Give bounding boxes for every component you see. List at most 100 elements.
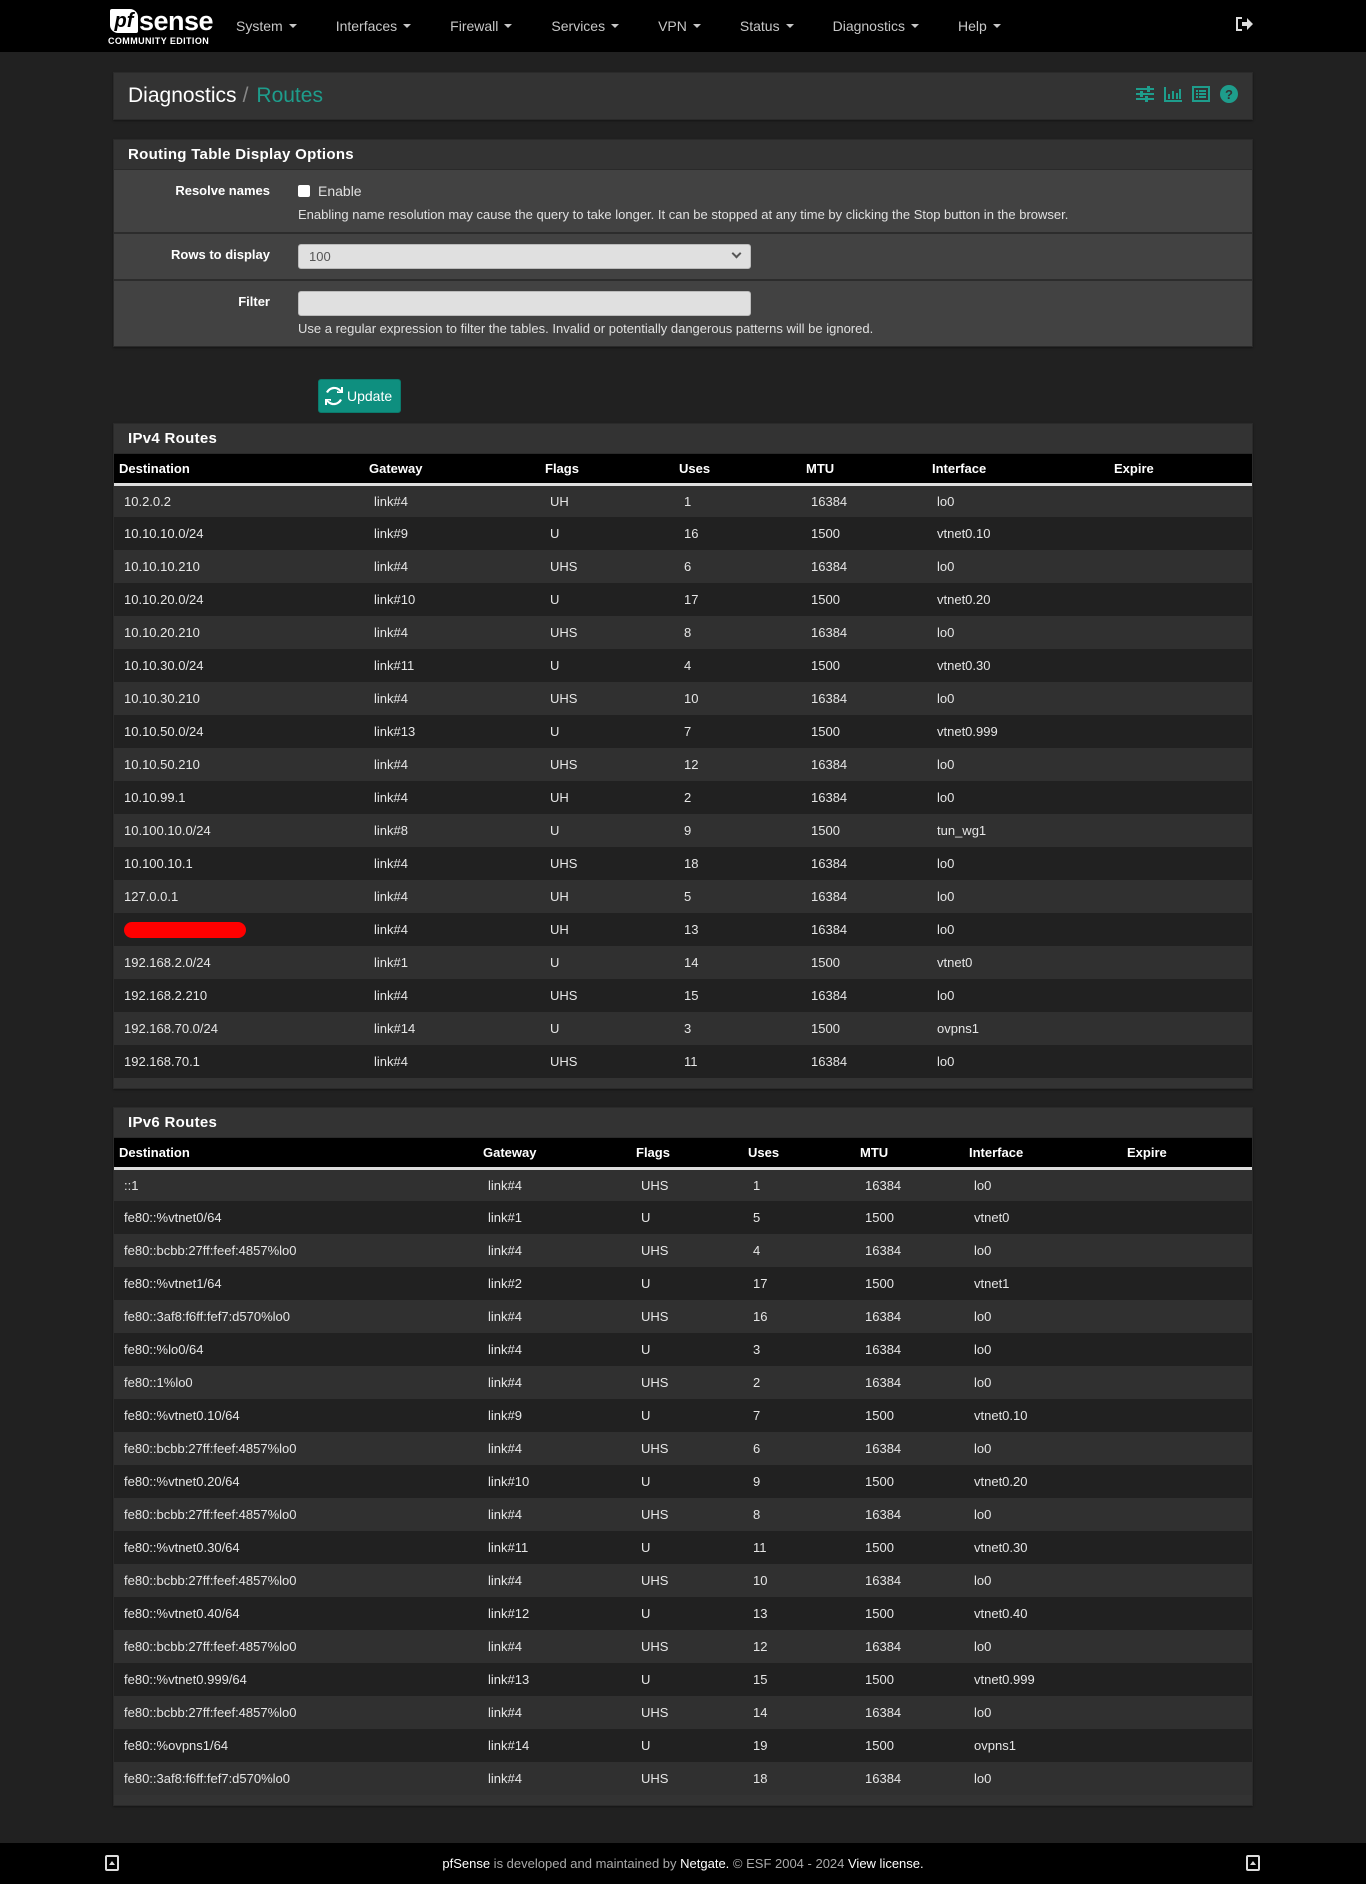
svg-text:?: ? bbox=[1225, 87, 1233, 102]
table-row: 10.100.10.1 link#4 UHS 18 16384 lo0 bbox=[114, 847, 1252, 880]
cell-gateway: link#9 bbox=[374, 526, 408, 541]
table-footer bbox=[114, 1795, 1252, 1805]
cell-gateway: link#11 bbox=[374, 658, 415, 673]
nav-system[interactable]: System bbox=[236, 18, 316, 34]
cell-mtu: 1500 bbox=[811, 955, 840, 970]
cell-destination: 10.10.20.0/24 bbox=[124, 592, 204, 607]
view-license-link[interactable]: View license. bbox=[848, 1856, 924, 1871]
cell-destination: ::1 bbox=[124, 1177, 139, 1193]
table-row: fe80::3af8:f6ff:fef7:d570%lo0 link#4 UHS 16… bbox=[114, 1300, 1252, 1333]
cell-gateway: link#10 bbox=[374, 592, 416, 607]
ipv4-routes-panel: IPv4 Routes Destination Gateway Flags Uses M… bbox=[113, 423, 1253, 1089]
cell-expire bbox=[1122, 1399, 1252, 1432]
footer-company-link[interactable]: Netgate. bbox=[680, 1856, 729, 1871]
cell-gateway: link#4 bbox=[488, 1507, 522, 1522]
cell-destination: 10.2.0.2 bbox=[124, 493, 171, 509]
cell-interface: lo0 bbox=[937, 625, 955, 640]
nav-help-label: Help bbox=[957, 18, 987, 34]
breadcrumb-parent[interactable]: Diagnostics bbox=[128, 84, 237, 108]
resolve-names-checkbox[interactable] bbox=[298, 185, 310, 197]
table-row: 10.10.30.210 link#4 UHS 10 16384 lo0 bbox=[114, 682, 1252, 715]
cell-uses: 17 bbox=[753, 1276, 768, 1291]
cell-destination: fe80::3af8:f6ff:fef7:d570%lo0 bbox=[124, 1771, 291, 1786]
cell-flags: UHS bbox=[641, 1243, 669, 1258]
pfsense-logo[interactable]: pf sense COMMUNITY EDITION bbox=[108, 4, 216, 48]
cell-uses: 16 bbox=[753, 1309, 768, 1324]
cell-expire bbox=[1122, 1498, 1252, 1531]
caret-down-icon bbox=[785, 24, 794, 28]
table-row: 127.0.0.1 link#4 UH 5 16384 lo0 bbox=[114, 880, 1252, 913]
cell-destination: fe80::bcbb:27ff:feef:4857%lo0 bbox=[124, 1507, 297, 1522]
nav-interfaces[interactable]: Interfaces bbox=[336, 18, 430, 34]
cell-gateway: link#4 bbox=[374, 493, 408, 509]
cell-mtu: 1500 bbox=[865, 1210, 894, 1225]
nav-status[interactable]: Status bbox=[740, 18, 813, 34]
cell-expire bbox=[1122, 1696, 1252, 1729]
cell-uses: 1 bbox=[684, 493, 692, 509]
breadcrumb-current[interactable]: Routes bbox=[256, 84, 323, 108]
nav-diagnostics-label: Diagnostics bbox=[832, 18, 905, 34]
resolve-names-help: Enabling name resolution may cause the q… bbox=[298, 207, 1069, 222]
cell-interface: vtnet0 bbox=[974, 1210, 1010, 1225]
display-options-title: Routing Table Display Options bbox=[114, 140, 1252, 170]
table-row: fe80::%vtnet0/64 link#1 U 5 1500 vtnet0 bbox=[114, 1201, 1252, 1234]
cell-uses: 18 bbox=[684, 856, 699, 871]
cell-flags: UHS bbox=[550, 856, 578, 871]
cell-interface: lo0 bbox=[974, 1507, 992, 1522]
nav-services[interactable]: Services bbox=[551, 18, 638, 34]
update-button[interactable]: Update bbox=[318, 379, 402, 413]
cell-interface: vtnet0 bbox=[937, 955, 973, 970]
cell-gateway: link#4 bbox=[488, 1771, 522, 1786]
logo-pf: pf bbox=[110, 9, 138, 33]
rows-to-display-select[interactable]: 100 bbox=[298, 244, 751, 269]
cell-flags: UHS bbox=[641, 1573, 669, 1588]
cell-interface: lo0 bbox=[937, 757, 955, 772]
cell-destination: fe80::%vtnet0.30/64 bbox=[124, 1540, 240, 1555]
table-row: fe80::%vtnet0.10/64 link#9 U 7 1500 vtnet0.10 bbox=[114, 1399, 1252, 1432]
cell-uses: 13 bbox=[684, 922, 699, 937]
table-row: link#4 UH 13 16384 lo0 bbox=[114, 913, 1252, 946]
sign-out-icon[interactable] bbox=[1234, 14, 1254, 34]
enable-label[interactable]: Enable bbox=[318, 183, 362, 199]
cell-uses: 7 bbox=[684, 724, 692, 739]
nav-system-label: System bbox=[236, 18, 283, 34]
help-icon[interactable]: ? bbox=[1220, 85, 1238, 103]
table-row: 10.100.10.0/24 link#8 U 9 1500 tun_wg1 bbox=[114, 814, 1252, 847]
display-options-panel: Routing Table Display Options Resolve na… bbox=[113, 139, 1253, 347]
column-header-flags: Flags bbox=[636, 1144, 670, 1160]
cell-destination: fe80::%vtnet0/64 bbox=[124, 1210, 222, 1225]
cell-expire bbox=[1109, 715, 1252, 748]
scroll-top-icon[interactable] bbox=[105, 1855, 119, 1871]
nav-help[interactable]: Help bbox=[958, 18, 1020, 34]
table-row: fe80::%ovpns1/64 link#14 U 19 1500 ovpns1 bbox=[114, 1729, 1252, 1762]
cell-gateway: link#14 bbox=[374, 1021, 416, 1036]
cell-mtu: 16384 bbox=[811, 757, 848, 772]
cell-mtu: 16384 bbox=[865, 1705, 902, 1720]
table-row: 192.168.2.210 link#4 UHS 15 16384 lo0 bbox=[114, 979, 1252, 1012]
bar-chart-icon[interactable] bbox=[1164, 85, 1182, 103]
main-menu: System Interfaces Firewall Services VPN … bbox=[236, 18, 1040, 34]
nav-firewall[interactable]: Firewall bbox=[450, 18, 531, 34]
resolve-names-row: Resolve names Enable Enabling name resol… bbox=[114, 170, 1252, 234]
cell-expire bbox=[1122, 1300, 1252, 1333]
cell-expire bbox=[1122, 1729, 1252, 1762]
list-icon[interactable] bbox=[1192, 85, 1210, 103]
scroll-top-icon[interactable] bbox=[1246, 1855, 1260, 1871]
table-row: fe80::%vtnet0.40/64 link#12 U 13 1500 vtnet0.… bbox=[114, 1597, 1252, 1630]
nav-diagnostics[interactable]: Diagnostics bbox=[833, 18, 938, 34]
column-header-expire: Expire bbox=[1127, 1144, 1167, 1160]
cell-interface: lo0 bbox=[937, 856, 955, 871]
cell-uses: 1 bbox=[753, 1177, 761, 1193]
cell-uses: 16 bbox=[684, 526, 699, 541]
cell-interface: vtnet0.999 bbox=[974, 1672, 1035, 1687]
cell-interface: lo0 bbox=[974, 1177, 992, 1193]
cell-interface: lo0 bbox=[974, 1705, 992, 1720]
filter-input[interactable] bbox=[298, 291, 751, 316]
sliders-icon[interactable] bbox=[1136, 85, 1154, 103]
nav-vpn[interactable]: VPN bbox=[658, 18, 720, 34]
cell-flags: UHS bbox=[641, 1441, 669, 1456]
logo-edition: COMMUNITY EDITION bbox=[108, 36, 210, 46]
cell-uses: 15 bbox=[753, 1672, 768, 1687]
top-navbar: pf sense COMMUNITY EDITION System Interf… bbox=[0, 0, 1366, 52]
footer-product: pfSense bbox=[442, 1856, 491, 1871]
